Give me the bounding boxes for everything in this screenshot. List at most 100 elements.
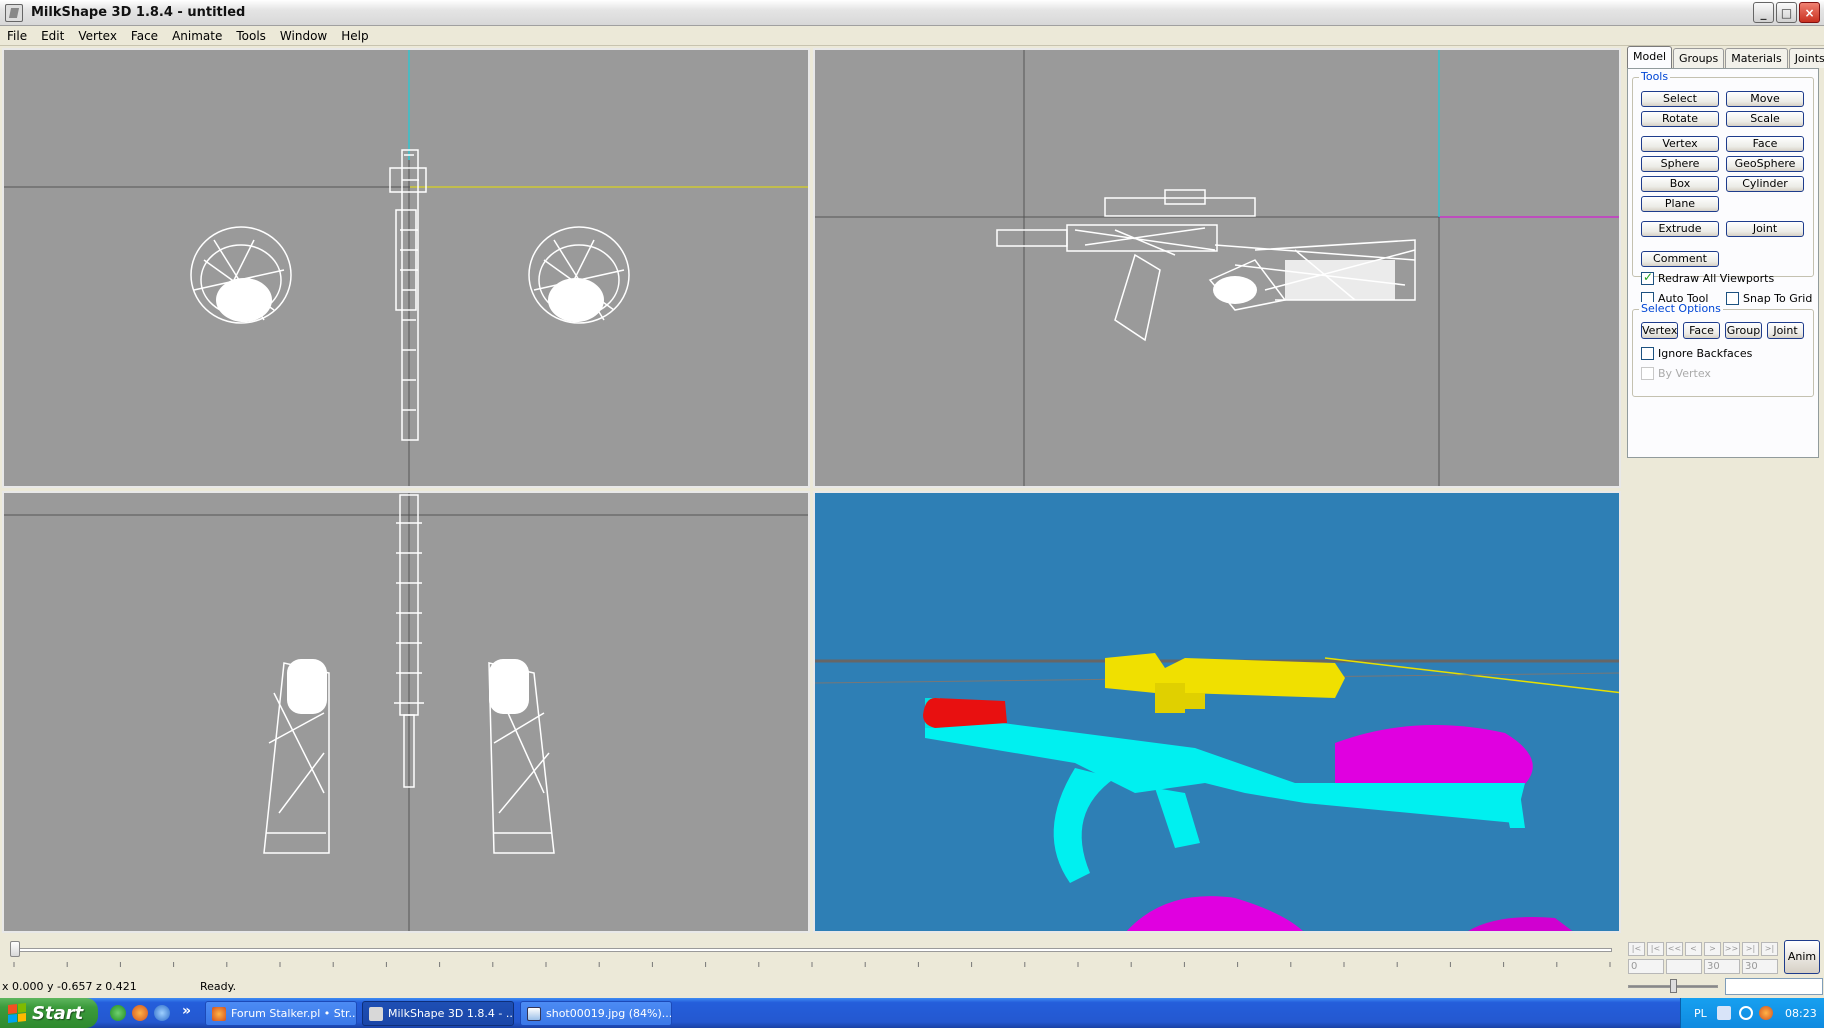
close-button[interactable]: × [1799,2,1820,23]
taskbar-item-milkshape[interactable]: MilkShape 3D 1.8.4 - ... [362,1001,514,1026]
window-title: MilkShape 3D 1.8.4 - untitled [31,5,246,20]
face-button[interactable]: Face [1726,136,1804,152]
tab-groups[interactable]: Groups [1673,48,1725,68]
geosphere-button[interactable]: GeoSphere [1726,156,1804,172]
language-indicator[interactable]: PL [1694,1007,1707,1020]
extrude-button[interactable]: Extrude [1641,221,1719,237]
frame-slider-track[interactable] [12,948,1612,952]
quick-launch-more-icon[interactable]: » [182,1003,191,1019]
plane-button[interactable]: Plane [1641,196,1719,212]
menu-vertex[interactable]: Vertex [71,26,124,46]
first-frame-button[interactable]: |< [1628,942,1645,956]
next-frame-button[interactable]: > [1704,942,1721,956]
total-frames-field[interactable]: 30 [1704,959,1740,974]
menu-tools[interactable]: Tools [229,26,273,46]
menu-edit[interactable]: Edit [34,26,71,46]
grip-shape [1155,788,1200,848]
select-options-title: Select Options [1639,302,1723,315]
magazine-shape [1053,768,1115,883]
redraw-checkbox-box[interactable] [1641,270,1654,285]
minimize-button[interactable]: _ [1753,2,1774,23]
menu-file[interactable]: File [0,26,34,46]
milkshape-app-icon [5,3,23,22]
box-button[interactable]: Box [1641,176,1719,192]
taskbar-item-image-viewer[interactable]: shot00019.jpg (84%)... [520,1001,672,1026]
taskbar-item-forum-label: Forum Stalker.pl • Str... [231,1007,357,1020]
viewport-top[interactable] [2,491,810,933]
windows-logo-icon [8,1003,26,1023]
firefox-icon[interactable] [132,1005,148,1021]
select-joint-button[interactable]: Joint [1767,322,1804,339]
tray-app-icon[interactable] [1759,1006,1773,1020]
viewport-side[interactable] [813,48,1621,488]
viewport-3d[interactable] [813,491,1621,933]
snap-checkbox-box[interactable] [1726,292,1739,305]
cursor-coordinates: x 0.000 y -0.657 z 0.421 [2,980,137,993]
menu-face[interactable]: Face [124,26,165,46]
front-view-canvas [4,50,808,486]
anim-toggle-button[interactable]: Anim [1784,940,1820,974]
rewind-button[interactable]: << [1666,942,1683,956]
frame-field-2[interactable] [1666,959,1702,974]
move-button[interactable]: Move [1726,91,1804,107]
frame-slider-thumb[interactable] [10,941,20,957]
menu-bar: File Edit Vertex Face Animate Tools Wind… [0,26,1824,46]
internet-explorer-icon[interactable] [154,1005,170,1021]
viewport-front[interactable] [2,48,810,488]
taskbar-item-milkshape-label: MilkShape 3D 1.8.4 - ... [388,1007,514,1020]
rotate-button[interactable]: Rotate [1641,111,1719,127]
ignore-backfaces-checkbox[interactable]: Ignore Backfaces [1641,347,1752,360]
by-vertex-label: By Vertex [1658,367,1711,380]
top-view-canvas [4,493,808,931]
model-tab-body: Tools Select Move Rotate Scale Vertex Fa… [1627,68,1819,458]
redraw-all-viewports-checkbox[interactable]: Redraw All Viewports [1641,270,1775,285]
select-vertex-button[interactable]: Vertex [1641,322,1678,339]
menu-window[interactable]: Window [273,26,334,46]
title-bar: MilkShape 3D 1.8.4 - untitled _ □ × [0,0,1824,26]
tab-materials[interactable]: Materials [1725,48,1788,68]
sphere-button[interactable]: Sphere [1641,156,1719,172]
system-tray: PL 08:23 [1680,998,1824,1028]
last-frame-button[interactable]: >| [1761,942,1778,956]
ignore-backfaces-label: Ignore Backfaces [1658,347,1753,360]
tab-model[interactable]: Model [1627,46,1673,68]
prev-frame-button[interactable]: < [1685,942,1702,956]
vertex-button[interactable]: Vertex [1641,136,1719,152]
redraw-label: Redraw All Viewports [1658,272,1775,285]
network-icon[interactable] [1739,1006,1753,1020]
scale-button[interactable]: Scale [1726,111,1804,127]
utorrent-icon[interactable] [110,1005,126,1021]
taskbar-item-forum[interactable]: Forum Stalker.pl • Str... [205,1001,357,1026]
comment-button[interactable]: Comment [1641,251,1719,267]
keyboard-icon[interactable] [1717,1006,1731,1020]
tab-joints[interactable]: Joints [1788,48,1824,68]
select-group-button[interactable]: Group [1725,322,1762,339]
side-view-canvas [815,50,1619,486]
tools-group-title: Tools [1639,70,1671,83]
cylinder-button[interactable]: Cylinder [1726,176,1804,192]
zoom-slider-thumb[interactable] [1670,979,1677,993]
by-vertex-box [1641,367,1654,380]
start-button[interactable]: Start [0,998,98,1028]
firefox-task-icon [212,1006,226,1021]
maximize-button[interactable]: □ [1776,2,1797,23]
silencer-shape [923,698,1007,728]
select-button[interactable]: Select [1641,91,1719,107]
fps-field[interactable]: 30 [1742,959,1778,974]
snap-to-grid-checkbox[interactable]: Snap To Grid [1726,292,1812,305]
joint-button[interactable]: Joint [1726,221,1804,237]
hand-lower-shape [1126,896,1303,931]
forward-button[interactable]: >> [1723,942,1740,956]
timeline-ticks [13,962,1611,967]
snap-label: Snap To Grid [1743,292,1813,305]
menu-help[interactable]: Help [334,26,375,46]
menu-animate[interactable]: Animate [165,26,229,46]
status-message: Ready. [200,980,237,993]
current-frame-field[interactable]: 0 [1628,959,1664,974]
ignore-backfaces-box[interactable] [1641,347,1654,360]
select-face-button[interactable]: Face [1683,322,1720,339]
start-label: Start [32,1002,84,1024]
next-key-button[interactable]: >| [1742,942,1759,956]
prev-key-button[interactable]: |< [1647,942,1664,956]
status-input-field[interactable] [1725,978,1823,995]
